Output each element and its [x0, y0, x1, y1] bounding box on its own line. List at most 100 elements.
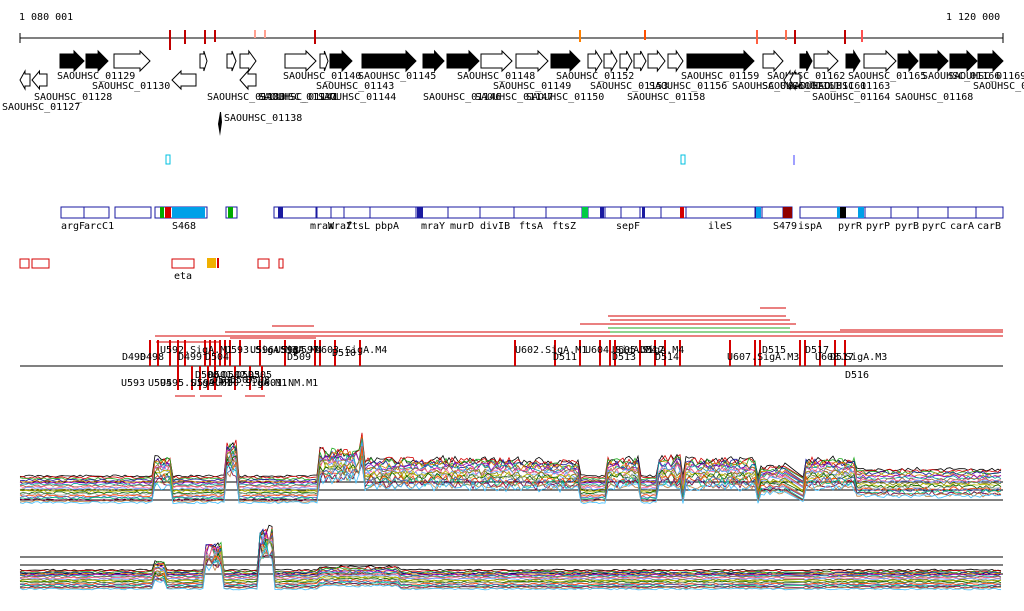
gene-arrow[interactable] — [919, 49, 949, 73]
annotation-label: divIB — [480, 221, 510, 232]
gene-arrow[interactable] — [361, 49, 417, 73]
annotation-feature[interactable] — [60, 206, 85, 219]
promoter-label: D511 — [553, 352, 577, 363]
cyan-marker — [680, 154, 686, 165]
gene-arrow[interactable] — [284, 49, 317, 73]
gene-arrow[interactable] — [667, 49, 684, 73]
annotation-label: ftsZ — [552, 221, 576, 232]
gene-arrow[interactable] — [897, 49, 919, 73]
gene-arrow[interactable] — [59, 49, 85, 73]
gene-arrow[interactable] — [799, 50, 813, 72]
annotation-feature[interactable] — [761, 206, 784, 219]
gene-arrow[interactable] — [977, 49, 1004, 73]
promoter-label: U593 — [121, 378, 145, 389]
annotation-feature[interactable] — [890, 206, 919, 219]
annotation-feature[interactable] — [799, 206, 840, 219]
annotation-feature[interactable] — [447, 206, 481, 219]
gene-arrow-reverse[interactable] — [19, 69, 31, 91]
annotation-feature[interactable] — [947, 206, 977, 219]
annotation-feature[interactable] — [975, 206, 1004, 219]
gene-arrow[interactable] — [239, 49, 257, 73]
annotation-label: carA — [950, 221, 974, 232]
transcription-unit-track: D490U592.SigA.M1U593.SigA.M3U596.SigA.M4… — [20, 307, 1003, 397]
gene-arrow[interactable] — [587, 49, 603, 73]
annotation-label: mraY — [421, 221, 445, 232]
gene-arrow[interactable] — [813, 49, 839, 73]
gene-arrow[interactable] — [633, 50, 647, 72]
annotation-feature[interactable] — [917, 206, 949, 219]
annotation-feature[interactable] — [604, 206, 622, 219]
gene-label: SAOUHSC_01170 — [973, 81, 1024, 92]
promoter-label: D516 — [845, 370, 869, 381]
gene-label: SAOUHSC_01127 — [2, 102, 80, 113]
gene-arrow-small — [218, 112, 222, 136]
annotation-feature[interactable] — [545, 206, 583, 219]
gene-arrow[interactable] — [845, 49, 861, 73]
gene-arrow-reverse[interactable] — [239, 69, 257, 91]
promoter-label: D517 — [805, 345, 829, 356]
gene-arrow[interactable] — [619, 50, 633, 72]
annotation-label: S479 — [773, 221, 797, 232]
annotation-track: argFarcC1 S468 mraWmraZftsL pbpA mraY murD div… — [60, 206, 1004, 232]
gene-label: SAOUHSC_01130 — [92, 81, 170, 92]
promoter-label: D499 — [178, 352, 202, 363]
eta-feature — [171, 258, 195, 269]
annotation-label: carB — [977, 221, 1001, 232]
gene-arrow[interactable] — [550, 49, 581, 73]
promoter-label: D513 — [612, 352, 636, 363]
gene-arrow[interactable] — [226, 50, 237, 72]
annotation-label: pyrR — [838, 221, 863, 232]
gene-label: SAOUHSC_01164 — [812, 92, 890, 103]
expression-track-1 — [19, 432, 1003, 505]
promoter-label: U603.SigA.M4 — [315, 345, 387, 356]
annotation-feature[interactable] — [369, 206, 417, 219]
gene-arrow[interactable] — [199, 50, 208, 72]
gene-arrow-reverse[interactable] — [171, 69, 197, 91]
genome-canvas[interactable]: SAOUHSC_01129SAOUHSC_01130SAOUHSC_01137S… — [0, 0, 1024, 611]
annotation-label: ileS — [708, 221, 732, 232]
annotation-feature[interactable] — [330, 206, 345, 219]
gene-arrow[interactable] — [762, 49, 784, 73]
gene-arrow[interactable] — [446, 49, 480, 73]
gene-arrow[interactable] — [329, 49, 353, 73]
eta-label: eta — [174, 271, 192, 282]
annotation-feature[interactable] — [479, 206, 515, 219]
gene-label: SAOUHSC_01138 — [224, 113, 302, 124]
gene-arrow[interactable] — [647, 49, 666, 73]
annotation-feature[interactable] — [864, 206, 892, 219]
gene-label: SAOUHSC_01158 — [627, 92, 705, 103]
axis-feature-marks — [169, 30, 863, 50]
gene-arrow[interactable] — [603, 49, 618, 73]
gene-arrow[interactable] — [686, 49, 755, 73]
promoter-label: D509 — [287, 352, 311, 363]
gene-label: SAOUHSC_01144 — [318, 92, 396, 103]
gene-label: SAOUHSC_01150 — [526, 92, 604, 103]
annotation-feature[interactable] — [620, 206, 641, 219]
gene-arrow[interactable] — [113, 49, 151, 73]
annotation-label: murD — [450, 221, 474, 232]
annotation-label: sepF — [616, 221, 640, 232]
gene-arrow[interactable] — [85, 49, 109, 73]
annotation-feature[interactable] — [343, 206, 371, 219]
annotation-feature[interactable] — [685, 206, 756, 219]
gene-arrow[interactable] — [515, 49, 549, 73]
gene-arrow[interactable] — [422, 49, 445, 73]
gene-arrow[interactable] — [480, 49, 513, 73]
expression-line — [19, 532, 1002, 576]
promoter-label: D515 — [762, 345, 786, 356]
annotation-feature[interactable] — [83, 206, 110, 219]
gene-arrow-reverse[interactable] — [31, 69, 48, 91]
annotation-feature[interactable] — [513, 206, 547, 219]
gene-label: SAOUHSC_01153 — [590, 81, 668, 92]
gene-arrow[interactable] — [949, 49, 978, 73]
gene-arrow[interactable] — [319, 50, 329, 72]
expression-track-2 — [19, 524, 1003, 591]
gene-label: SAOUHSC_01143 — [316, 81, 394, 92]
annotation-feature[interactable] — [316, 206, 332, 219]
promoter-label: D514 — [655, 352, 679, 363]
annotation-label: ispA — [798, 221, 822, 232]
annotation-label: ftsA — [519, 221, 543, 232]
gene-arrow[interactable] — [863, 49, 897, 73]
annotation-feature[interactable] — [114, 206, 152, 219]
gene-label: SAOUHSC_01163 — [812, 81, 890, 92]
